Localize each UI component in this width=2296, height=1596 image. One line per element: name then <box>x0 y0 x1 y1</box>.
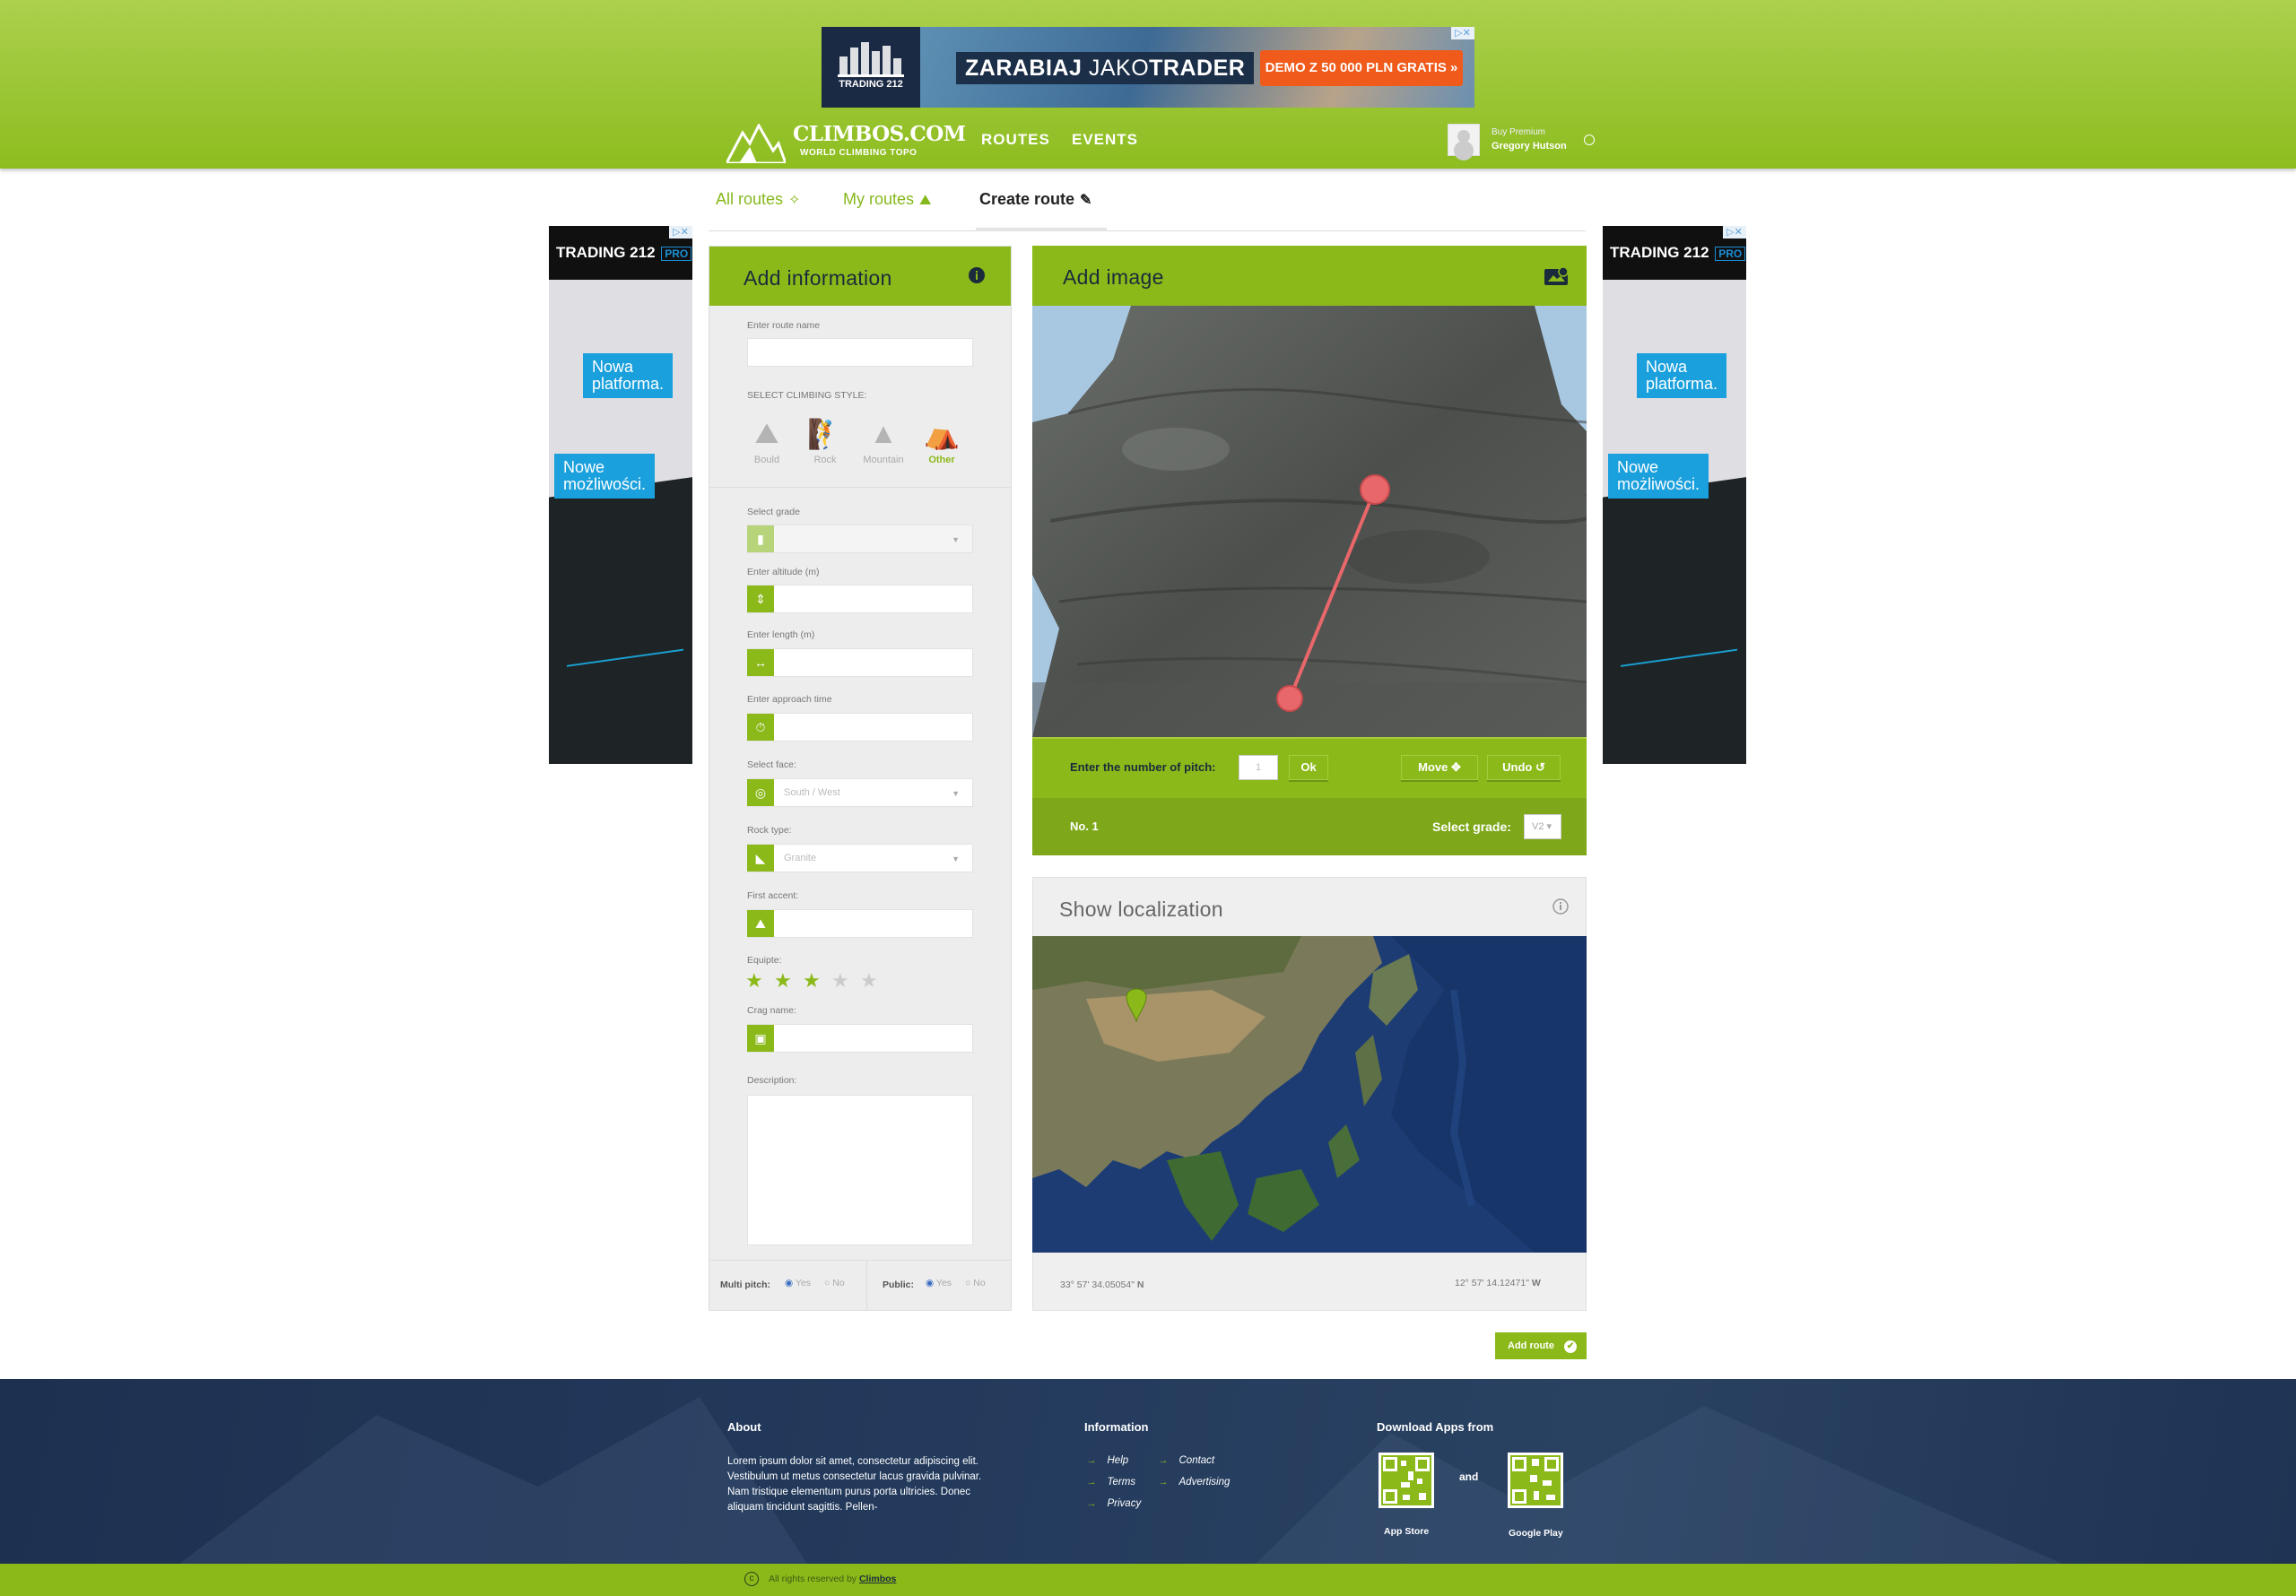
ad-close-icon[interactable]: ▷✕ <box>1451 27 1474 39</box>
other-style-icon: ⛺ <box>924 418 960 450</box>
footer-link-help[interactable]: Help <box>1086 1455 1129 1466</box>
info-icon[interactable] <box>968 266 986 284</box>
altitude-icon: ⇕ <box>747 585 774 612</box>
style-bould[interactable]: ⛰ Bould <box>742 417 792 465</box>
pitch-number-input[interactable]: 1 <box>1239 755 1278 780</box>
description-textarea[interactable] <box>747 1095 973 1245</box>
tab-my-routes[interactable]: My routes ⛰ <box>843 190 931 209</box>
route-name-input[interactable] <box>747 338 973 367</box>
ad-logo: TRADING 212 <box>822 27 920 108</box>
length-icon: ↔ <box>747 649 774 676</box>
top-banner-ad[interactable]: TRADING 212 ZARABIAJ JAKOTRADER DEMO Z 5… <box>822 27 1474 108</box>
longitude-readout: 12° 57' 14.12471" W <box>1455 1278 1541 1288</box>
footer-link-advertising[interactable]: Advertising <box>1158 1477 1231 1488</box>
footer-link-contact[interactable]: Contact <box>1158 1455 1215 1466</box>
ad-headline: ZARABIAJ JAKOTRADER <box>956 52 1255 84</box>
active-tab-indicator <box>976 228 1107 231</box>
route-tabs: All routes ✧ My routes ⛰ Create route ✎ <box>709 183 1586 231</box>
copyright-bar: c All rights reserved by Climbos <box>0 1564 2296 1596</box>
panel-title: Show localization <box>1059 898 1223 921</box>
pitch-toolbar: Enter the number of pitch: 1 Ok Move ✥ U… <box>1032 737 1587 796</box>
ad-close-icon[interactable]: ▷✕ <box>1723 226 1746 239</box>
length-input[interactable] <box>747 648 973 677</box>
boulder-icon: ⛰ <box>754 417 779 449</box>
approach-time-input[interactable] <box>747 713 973 742</box>
star-icon[interactable]: ★ <box>803 969 821 993</box>
ad-cta-button[interactable]: DEMO Z 50 000 PLN GRATIS » <box>1260 50 1463 86</box>
grade-select[interactable]: V2 ▾ <box>1524 814 1561 839</box>
rock-type-select[interactable]: Granite <box>747 844 973 872</box>
user-name[interactable]: Gregory Hutson <box>1492 141 1567 152</box>
multi-pitch-no-radio[interactable]: ○ No <box>824 1278 845 1288</box>
user-menu[interactable]: Buy Premium Gregory Hutson <box>1448 122 1595 158</box>
compass-icon: ◎ <box>747 779 774 806</box>
info-icon[interactable] <box>1552 898 1570 915</box>
style-other[interactable]: ⛺ Other <box>917 417 967 465</box>
google-play-label: Google Play <box>1509 1528 1563 1539</box>
copyright-icon: c <box>744 1572 759 1586</box>
rock-type-icon: ◣ <box>747 845 774 872</box>
right-side-ad[interactable]: TRADING 212 PRO Nowa platforma. Nowe możli… <box>1603 226 1746 764</box>
mountain-logo-icon <box>726 124 786 163</box>
create-route-icon: ✎ <box>1080 193 1092 208</box>
latitude-readout: 33° 57' 34.05054" N <box>1060 1279 1144 1290</box>
avatar[interactable] <box>1448 124 1480 156</box>
star-icon[interactable]: ★ <box>860 969 878 993</box>
style-mountain[interactable]: ▲ Mountain <box>858 417 909 465</box>
app-store-qr-code[interactable] <box>1378 1453 1434 1508</box>
climbos-link[interactable]: Climbos <box>859 1574 896 1584</box>
crag-name-input[interactable] <box>747 1024 973 1053</box>
app-store-label: App Store <box>1384 1526 1430 1537</box>
footer-link-privacy[interactable]: Privacy <box>1086 1498 1142 1509</box>
pitch-grade-bar: No. 1 Select grade: V2 ▾ <box>1032 798 1587 855</box>
move-button[interactable]: Move ✥ <box>1401 755 1478 780</box>
google-play-qr-code[interactable] <box>1508 1453 1563 1508</box>
panel-title: Add information <box>709 247 1011 306</box>
check-icon: ✔ <box>1564 1340 1578 1353</box>
tab-create-route[interactable]: Create route ✎ <box>979 190 1091 209</box>
star-icon[interactable]: ★ <box>831 969 849 993</box>
undo-button[interactable]: Undo ↺ <box>1487 755 1561 780</box>
crag-icon: ▣ <box>747 1025 774 1052</box>
approach-time-icon: ⏱ <box>747 714 774 741</box>
style-rock[interactable]: 🧗 Rock <box>800 417 850 465</box>
route-photo[interactable] <box>1032 306 1587 737</box>
add-route-button[interactable]: Add route ✔ <box>1495 1332 1587 1359</box>
rock-climber-icon: 🧗 <box>807 418 843 450</box>
add-information-panel: Add information Enter route name SELECT … <box>709 246 1012 1311</box>
site-footer: About Lorem ipsum dolor sit amet, consec… <box>0 1379 2296 1564</box>
left-side-ad[interactable]: TRADING 212 PRO Nowa platforma. Nowe możli… <box>549 226 692 764</box>
footer-link-terms[interactable]: Terms <box>1086 1477 1136 1488</box>
public-yes-radio[interactable]: ◉ Yes <box>926 1278 952 1288</box>
altitude-input[interactable] <box>747 585 973 613</box>
add-image-icon[interactable] <box>1544 265 1570 287</box>
summit-icon: ⛰ <box>747 910 774 937</box>
grade-icon: ▮ <box>747 525 774 552</box>
star-icon[interactable]: ★ <box>774 969 792 993</box>
star-icon[interactable]: ★ <box>745 969 763 993</box>
mountain-icon: ▲ <box>869 417 898 449</box>
ok-button[interactable]: Ok <box>1289 755 1328 780</box>
first-accent-input[interactable] <box>747 909 973 938</box>
buy-premium-link[interactable]: Buy Premium <box>1492 127 1545 137</box>
nav-events[interactable]: EVENTS <box>1072 131 1138 149</box>
satellite-map[interactable] <box>1032 936 1587 1253</box>
rock-photo[interactable] <box>1032 306 1587 737</box>
face-select[interactable]: South / West <box>747 778 973 807</box>
panel-title: Add image <box>1032 246 1587 305</box>
about-text: Lorem ipsum dolor sit amet, consectetur … <box>727 1456 982 1513</box>
climber-icon: ⛰ <box>919 193 932 208</box>
site-logo[interactable]: CLIMBOS.COM WORLD CLIMBING TOPO <box>726 120 966 163</box>
multi-pitch-yes-radio[interactable]: ◉ Yes <box>785 1278 811 1288</box>
map-canvas[interactable] <box>1032 936 1587 1253</box>
ad-close-icon[interactable]: ▷✕ <box>669 226 692 239</box>
compass-icon: ✧ <box>788 193 801 208</box>
nav-routes[interactable]: ROUTES <box>981 131 1050 149</box>
grade-select[interactable] <box>747 525 973 553</box>
logout-icon[interactable] <box>1584 134 1595 145</box>
tab-all-routes[interactable]: All routes ✧ <box>716 190 800 209</box>
public-no-radio[interactable]: ○ No <box>965 1278 986 1288</box>
